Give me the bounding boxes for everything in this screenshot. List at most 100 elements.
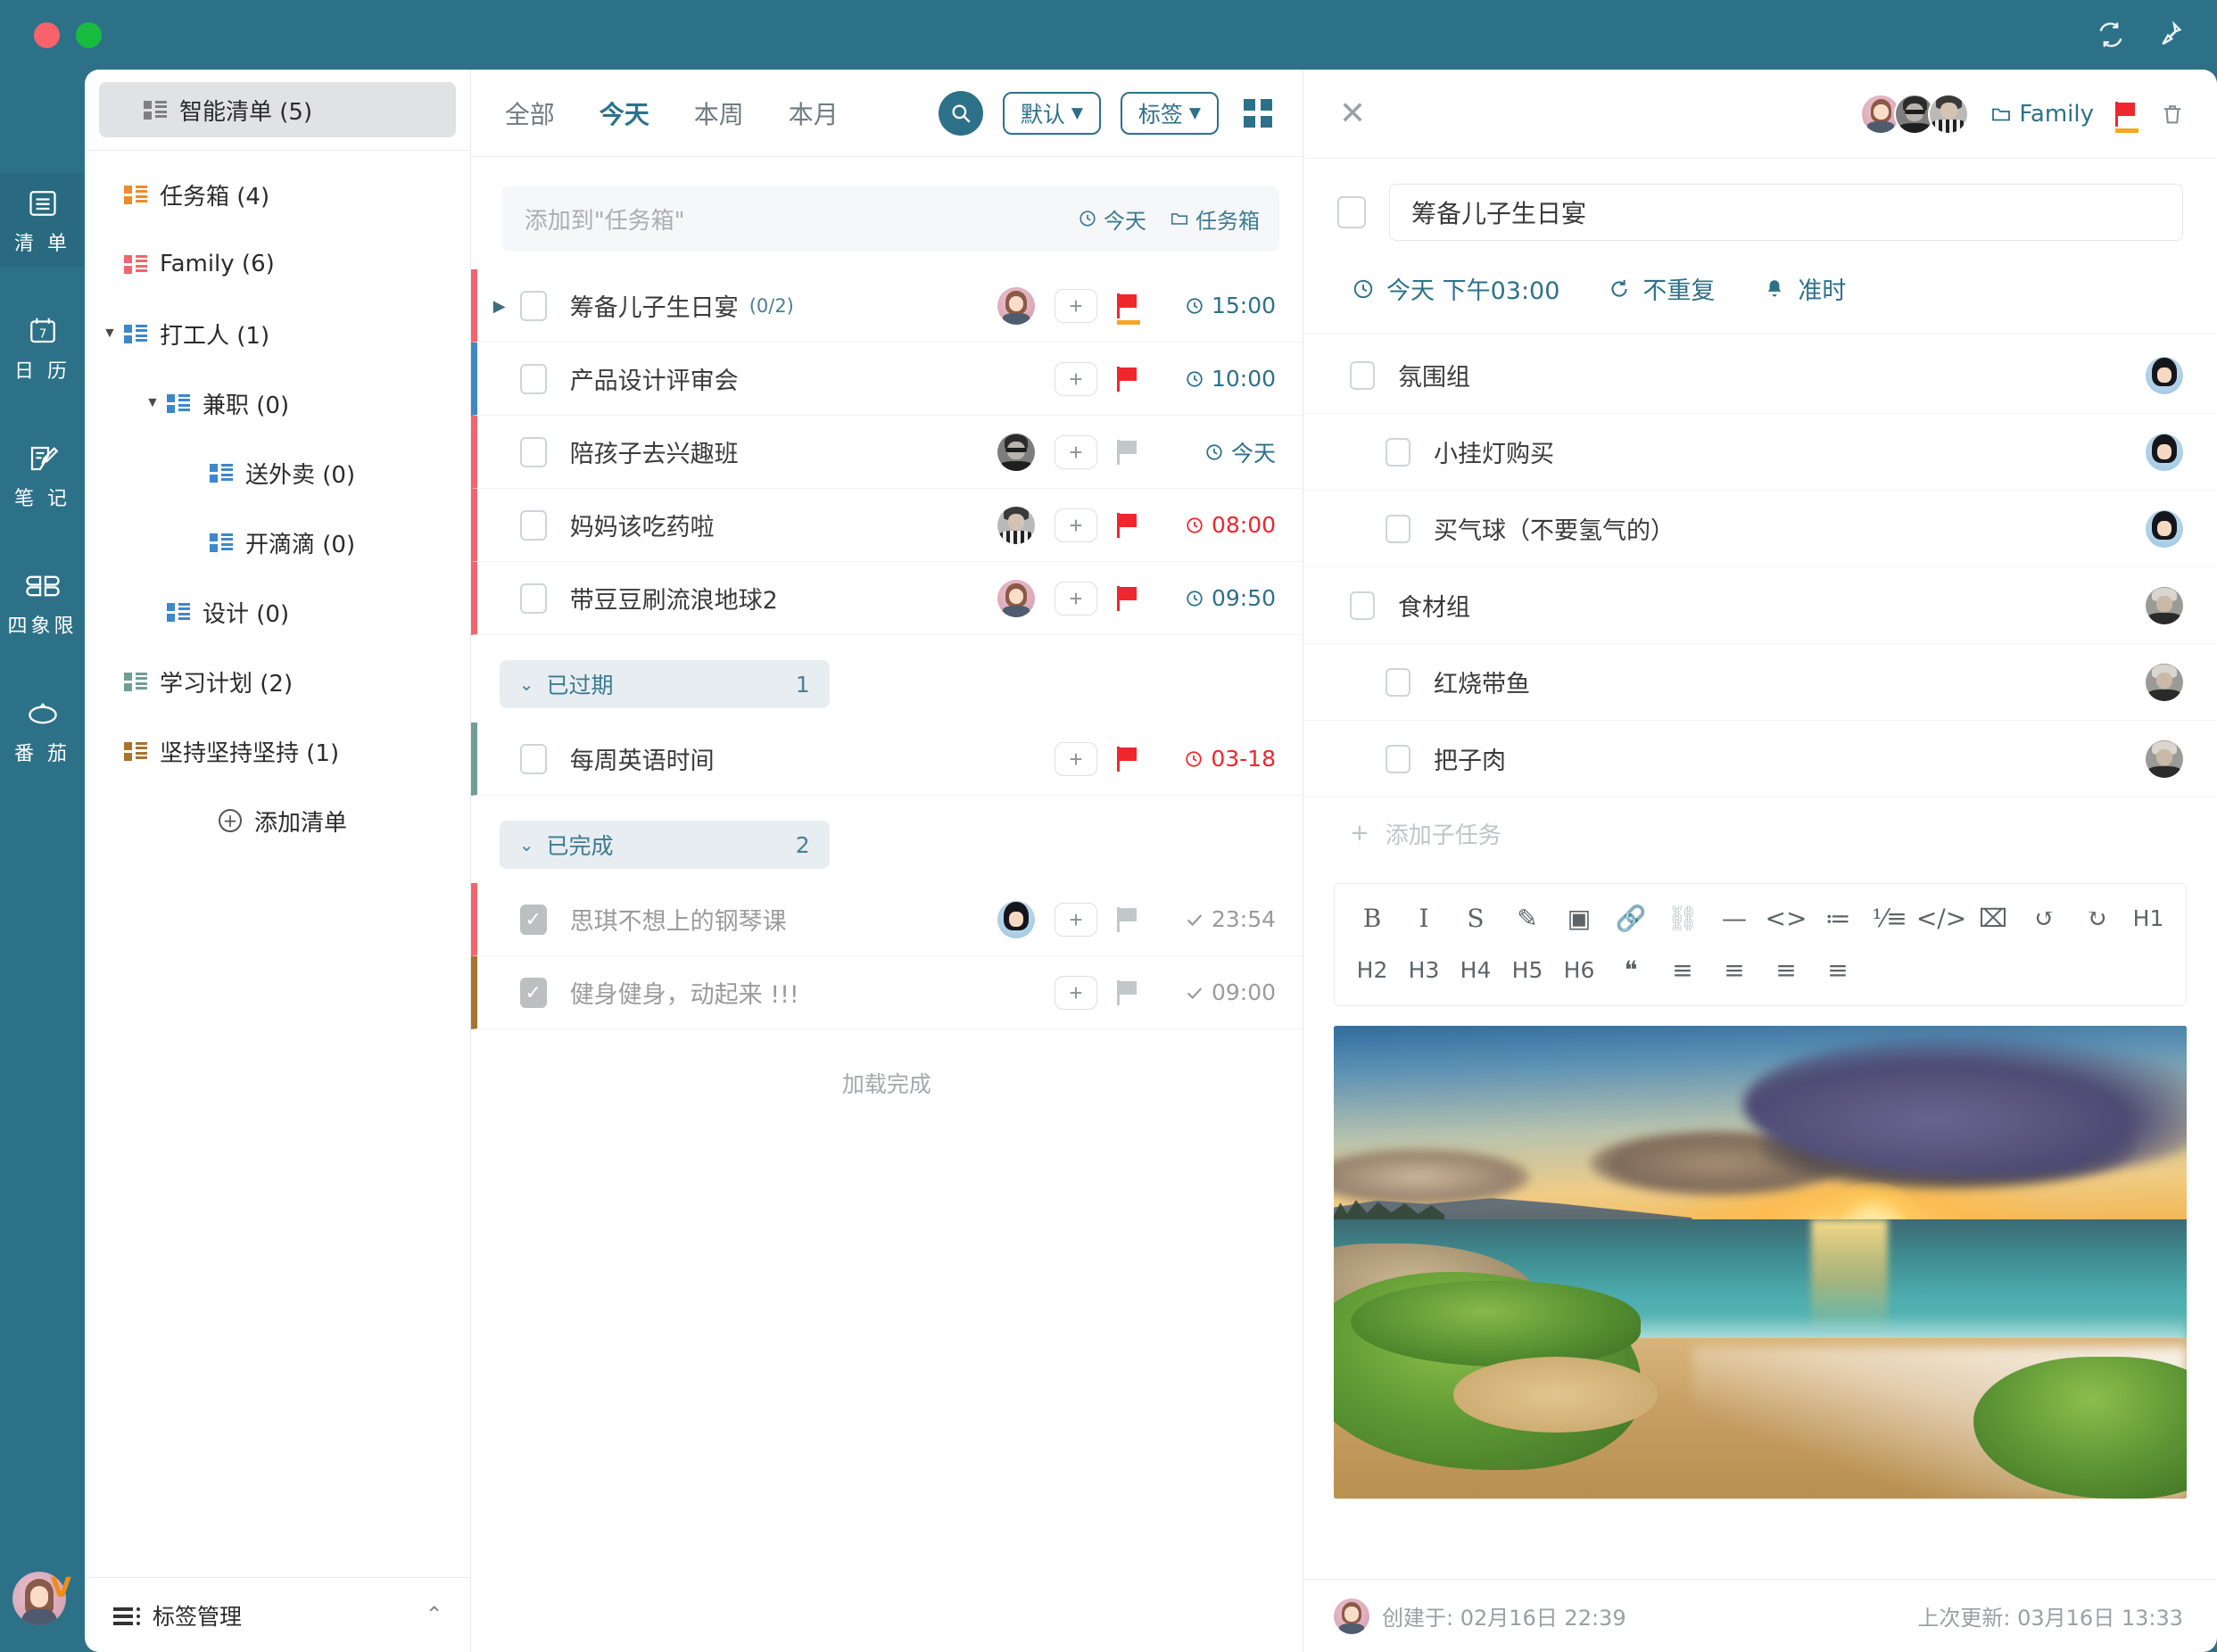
maximize-window-button[interactable] — [76, 22, 102, 48]
editor-btn-2-2[interactable]: H4 — [1454, 950, 1497, 989]
add-assignee-button[interactable]: + — [1055, 976, 1097, 1010]
priority-flag-icon[interactable] — [1117, 980, 1140, 1005]
task-checkbox[interactable] — [520, 437, 547, 467]
sort-dropdown[interactable]: 默认 ▼ — [1003, 92, 1101, 135]
subtask-row[interactable]: 买气球（不要氢气的） — [1303, 491, 2217, 567]
task-checkbox[interactable] — [520, 583, 547, 614]
add-subtask-button[interactable]: + 添加子任务 — [1303, 797, 2217, 869]
sidebar-item-7[interactable]: ▼学习计划 (2) — [85, 647, 470, 716]
subtask-row[interactable]: 食材组 — [1303, 567, 2217, 644]
pin-icon[interactable] — [2155, 20, 2185, 50]
editor-btn-2-5[interactable]: ❝ — [1609, 950, 1652, 989]
priority-flag-icon[interactable] — [1117, 907, 1140, 932]
editor-btn-1-7[interactable]: — — [1713, 898, 1756, 938]
tag-management-button[interactable]: 标签管理 ⌃ — [85, 1577, 470, 1652]
assignee-avatars[interactable] — [1860, 94, 1969, 135]
editor-btn-1-12[interactable]: ⌧ — [1972, 898, 2014, 938]
task-row[interactable]: ▶陪孩子去兴趣班+今天 — [471, 416, 1303, 489]
subtask-checkbox[interactable] — [1386, 745, 1410, 773]
trash-icon[interactable] — [2160, 102, 2185, 127]
task-row[interactable]: ▶每周英语时间+03-18 — [471, 723, 1303, 796]
task-checkbox[interactable] — [520, 364, 547, 394]
assignee-avatar[interactable] — [2146, 587, 2183, 624]
editor-btn-1-6[interactable]: ⛓ — [1661, 898, 1704, 938]
editor-btn-2-9[interactable]: ≡ — [1816, 950, 1859, 989]
task-row[interactable]: ▶产品设计评审会+10:00 — [471, 343, 1303, 416]
assignee-avatar[interactable] — [997, 580, 1035, 617]
sidebar-item-1[interactable]: ▼Family (6) — [85, 229, 470, 299]
editor-btn-1-2[interactable]: S — [1454, 898, 1497, 938]
priority-flag-icon[interactable] — [1117, 747, 1140, 772]
editor-btn-1-1[interactable]: I — [1402, 898, 1445, 938]
task-checkbox[interactable] — [520, 510, 547, 541]
sidebar-item-3[interactable]: ▼兼职 (0) — [85, 368, 470, 438]
subtask-row[interactable]: 把子肉 — [1303, 721, 2217, 797]
editor-btn-1-9[interactable]: ≔ — [1816, 898, 1859, 938]
add-task-list-chip[interactable]: 任务箱 — [1170, 203, 1260, 235]
repeat-button[interactable]: 不重复 — [1608, 271, 1715, 306]
sidebar-item-2[interactable]: ▼打工人 (1) — [85, 299, 470, 368]
task-complete-checkbox[interactable] — [1337, 196, 1366, 228]
add-assignee-button[interactable]: + — [1055, 742, 1097, 776]
search-button[interactable] — [939, 91, 983, 136]
expand-arrow-icon[interactable]: ▶ — [493, 298, 520, 314]
subtask-row[interactable]: 氛围组 — [1303, 337, 2217, 414]
add-task-date-chip[interactable]: 今天 — [1078, 203, 1146, 235]
subtask-checkbox[interactable] — [1386, 515, 1410, 543]
task-checkbox[interactable] — [520, 744, 547, 774]
assignee-avatar[interactable] — [2146, 510, 2183, 548]
close-window-button[interactable] — [34, 22, 60, 48]
sidebar-item-smart-list[interactable]: 智能清单 (5) — [99, 82, 456, 137]
priority-flag-icon[interactable] — [1117, 367, 1140, 392]
assignee-avatar[interactable] — [2146, 664, 2183, 701]
sidebar-item-8[interactable]: ▼坚持坚持坚持 (1) — [85, 716, 470, 786]
task-title-input[interactable]: 筹备儿子生日宴 — [1389, 184, 2183, 241]
tab-1[interactable]: 今天 — [600, 95, 649, 131]
task-checkbox[interactable]: ✓ — [520, 978, 547, 1008]
editor-btn-1-11[interactable]: </> — [1920, 898, 1963, 938]
grid-view-icon[interactable] — [1244, 99, 1272, 128]
chevron-down-icon[interactable]: ▼ — [145, 396, 167, 410]
editor-btn-2-6[interactable]: ≡ — [1661, 950, 1704, 989]
priority-flag-icon[interactable] — [2115, 102, 2138, 127]
editor-btn-2-3[interactable]: H5 — [1506, 950, 1549, 989]
priority-flag-icon[interactable] — [1117, 513, 1140, 538]
task-row[interactable]: ▶妈妈该吃药啦+08:00 — [471, 489, 1303, 562]
editor-btn-1-5[interactable]: 🔗 — [1609, 898, 1652, 938]
editor-btn-1-14[interactable]: ↻ — [2075, 898, 2118, 938]
subtask-row[interactable]: 小挂灯购买 — [1303, 414, 2217, 491]
editor-btn-1-0[interactable]: B — [1351, 898, 1394, 938]
editor-btn-1-4[interactable]: ▣ — [1558, 898, 1601, 938]
tab-0[interactable]: 全部 — [505, 95, 555, 131]
assignee-avatar[interactable] — [1928, 94, 1969, 135]
add-assignee-button[interactable]: + — [1055, 362, 1097, 396]
add-list-button[interactable]: + 添加清单 — [85, 786, 470, 855]
assignee-avatar[interactable] — [997, 434, 1035, 471]
editor-btn-1-8[interactable]: <> — [1765, 898, 1808, 938]
sidebar-item-calendar[interactable]: 7 日 历 — [0, 301, 85, 394]
assignee-avatar[interactable] — [997, 287, 1035, 325]
priority-flag-icon[interactable] — [1117, 440, 1140, 465]
add-assignee-button[interactable]: + — [1055, 435, 1097, 469]
section-header-done[interactable]: ⌄ 已完成 2 — [500, 821, 830, 869]
assignee-avatar[interactable] — [997, 507, 1035, 544]
priority-flag-icon[interactable] — [1117, 586, 1140, 611]
editor-btn-1-10[interactable]: ⅟≡ — [1868, 898, 1911, 938]
add-assignee-button[interactable]: + — [1055, 903, 1097, 937]
tab-3[interactable]: 本月 — [789, 95, 839, 131]
chevron-up-icon[interactable]: ⌃ — [426, 1602, 443, 1628]
sidebar-item-0[interactable]: ▼任务箱 (4) — [85, 160, 470, 229]
chevron-down-icon[interactable]: ▼ — [103, 326, 124, 341]
sidebar-item-6[interactable]: ▼设计 (0) — [85, 577, 470, 647]
assignee-avatar[interactable] — [2146, 357, 2183, 394]
add-assignee-button[interactable]: + — [1055, 289, 1097, 323]
assignee-avatar[interactable] — [2146, 434, 2183, 471]
subtask-checkbox[interactable] — [1386, 668, 1410, 697]
sidebar-item-5[interactable]: ▼开滴滴 (0) — [85, 508, 470, 577]
editor-btn-1-13[interactable]: ↺ — [2023, 898, 2066, 938]
subtask-row[interactable]: 红烧带鱼 — [1303, 644, 2217, 721]
task-row[interactable]: ▶✓思琪不想上的钢琴课+23:54 — [471, 883, 1303, 956]
editor-btn-2-1[interactable]: H3 — [1402, 950, 1445, 989]
close-icon[interactable]: ✕ — [1339, 98, 1366, 130]
editor-btn-2-0[interactable]: H2 — [1351, 950, 1394, 989]
